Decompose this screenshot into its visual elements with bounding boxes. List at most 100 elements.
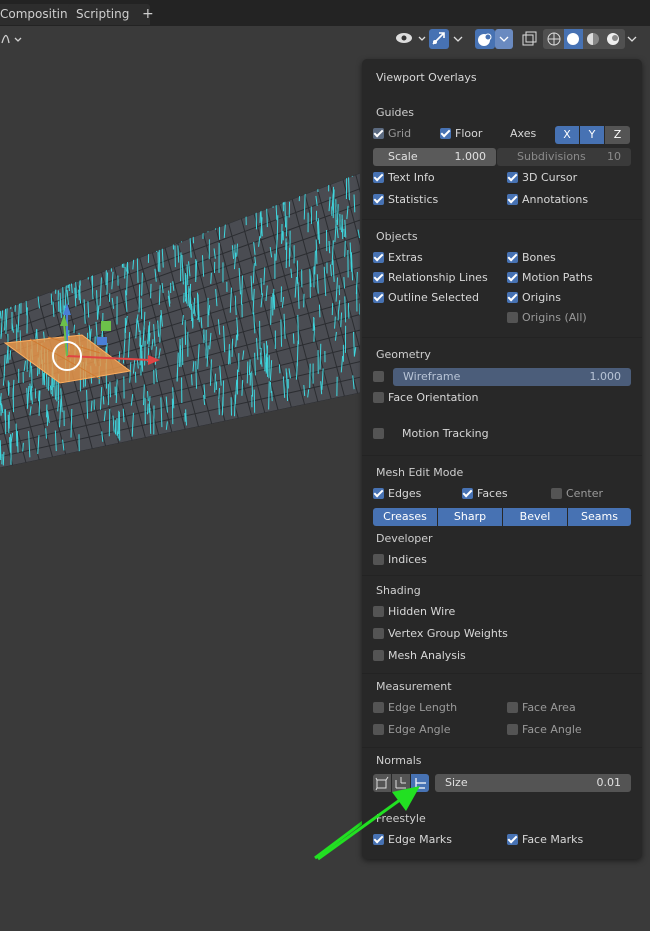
face-area-checkbox[interactable]: Face Area [507,700,576,716]
edge-marks-checkbox[interactable]: Edge Marks [373,832,452,848]
vertex-normals-icon [375,776,389,791]
axis-x-button[interactable]: X [555,126,579,144]
hair-strand [180,227,183,243]
axis-z-label: Z [613,128,622,141]
wireframe-label: Wireframe [403,370,461,383]
tab-compositing[interactable]: Compositing [0,4,76,25]
vertex-normals-button[interactable] [373,774,391,792]
hidden-wire-checkbox[interactable]: Hidden Wire [373,604,455,620]
bevel-label: Bevel [519,510,551,523]
motion-paths-checkbox[interactable]: Motion Paths [507,270,593,286]
hair-strand [318,304,321,318]
hair-strand [87,268,89,280]
chevron-down-icon [453,36,463,42]
wireframe-slider[interactable]: Wireframe 1.000 [393,368,631,386]
creases-toggle[interactable]: Creases [373,508,437,526]
hair-strand [34,388,37,399]
hair-strand [214,208,217,230]
hair-strand [284,199,287,228]
bevel-toggle[interactable]: Bevel [503,508,567,526]
face-angle-checkbox[interactable]: Face Angle [507,722,582,738]
overlays-dropdown[interactable] [495,29,513,49]
center-checkbox[interactable]: Center [551,486,603,502]
creases-label: Creases [383,510,427,523]
hair-strand [173,225,176,244]
extras-label: Extras [388,251,423,264]
subdivisions-field[interactable]: Subdivisions 10 [497,148,631,166]
hair-strand [292,333,295,344]
indices-checkbox[interactable]: Indices [373,552,427,568]
vertex-group-weights-checkbox[interactable]: Vertex Group Weights [373,626,508,642]
add-workspace-button[interactable]: + [134,4,154,25]
statistics-box [373,194,384,205]
tab-compositing-label: Compositing [0,7,76,21]
sharp-toggle[interactable]: Sharp [438,508,502,526]
face-area-label: Face Area [522,701,576,714]
extras-checkbox[interactable]: Extras [373,250,423,266]
seams-toggle[interactable]: Seams [568,508,631,526]
hair-strand [16,430,19,453]
hair-strand [328,240,331,254]
face-area-box [507,702,518,713]
wireframe-checkbox[interactable] [373,369,388,385]
floor-checkbox-box [440,128,451,139]
shading-heading: Shading [376,584,421,597]
origins-checkbox[interactable]: Origins [507,290,561,306]
hidden-wire-label: Hidden Wire [388,605,456,618]
face-normals-button[interactable] [411,774,429,792]
seams-label: Seams [581,510,618,523]
edges-checkbox[interactable]: Edges [373,486,421,502]
annotations-label: Annotations [522,193,589,206]
relationship-lines-checkbox[interactable]: Relationship Lines [373,270,488,286]
gizmo-icon [432,32,445,45]
overlays-toggle[interactable] [475,29,495,49]
edge-marks-label: Edge Marks [388,833,453,846]
faces-label: Faces [477,487,508,500]
curve-icon[interactable] [0,29,26,49]
hair-strand [246,361,249,384]
text-info-checkbox[interactable]: Text Info [373,170,435,186]
face-orientation-checkbox[interactable]: Face Orientation [373,390,478,406]
split-normals-button[interactable] [392,774,410,792]
bones-checkbox[interactable]: Bones [507,250,556,266]
origins-label: Origins [522,291,561,304]
gizmo-toggle[interactable] [429,29,449,49]
rendered-shading-icon [607,33,619,45]
faces-checkbox[interactable]: Faces [462,486,508,502]
xray-toggle[interactable] [519,29,539,49]
grid-checkbox[interactable]: Grid [373,126,411,142]
annotations-checkbox[interactable]: Annotations [507,192,588,208]
hair-strand [106,272,109,295]
wireframe-value: 1.000 [589,370,622,383]
face-angle-label: Face Angle [522,723,582,736]
visibility-dropdown[interactable] [394,29,428,49]
gizmo-dropdown[interactable] [450,29,466,49]
hair-strand [22,442,24,452]
face-marks-checkbox[interactable]: Face Marks [507,832,583,848]
hair-strand [10,291,13,310]
hair-strand [280,319,283,347]
axis-z-button[interactable]: Z [605,126,630,144]
axis-y-button[interactable]: Y [580,126,604,144]
scale-field[interactable]: Scale 1.000 [373,148,496,166]
floor-checkbox[interactable]: Floor [440,126,482,142]
normals-size-field[interactable]: Size 0.01 [435,774,631,792]
hair-strand [38,390,40,402]
hair-strand [270,296,272,325]
normals-size-value: 0.01 [596,776,622,789]
hair-strand [102,395,105,405]
hair-strand [278,364,281,374]
shading-dropdown[interactable] [625,29,639,49]
3d-cursor-checkbox[interactable]: 3D Cursor [507,170,577,186]
mesh-analysis-checkbox[interactable]: Mesh Analysis [373,648,466,664]
face-marks-box [507,834,518,845]
statistics-checkbox[interactable]: Statistics [373,192,438,208]
outline-selected-checkbox[interactable]: Outline Selected [373,290,479,306]
motion-tracking-checkbox[interactable]: Motion Tracking [373,426,489,442]
edge-angle-checkbox[interactable]: Edge Angle [373,722,450,738]
hair-strand [67,276,71,286]
edge-length-checkbox[interactable]: Edge Length [373,700,457,716]
grid-checkbox-box [373,128,384,139]
developer-heading: Developer [376,532,433,545]
origins-all-checkbox[interactable]: Origins (All) [507,310,587,326]
